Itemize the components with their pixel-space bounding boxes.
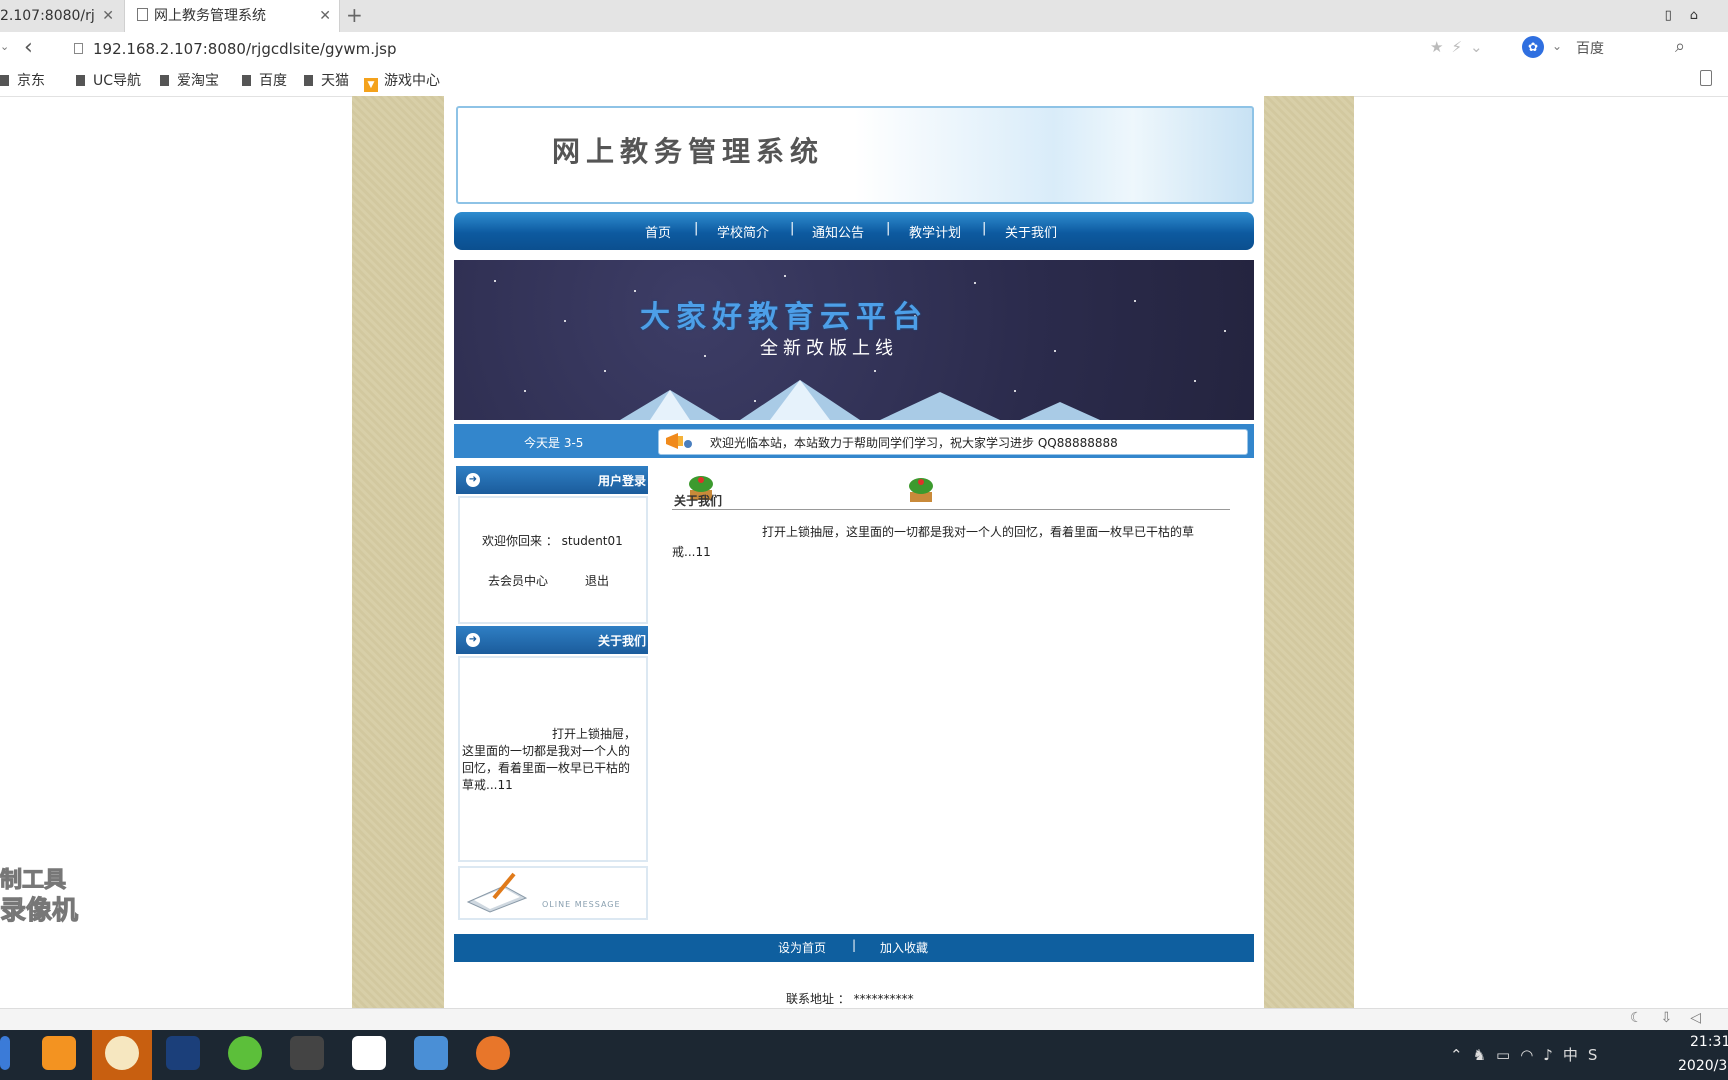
mountain-graphic [540, 380, 1100, 420]
chevron-down-icon[interactable]: ⌄ [0, 40, 9, 53]
site-title: 网上教务管理系统 [552, 135, 825, 168]
system-tray-icons[interactable]: ⌃♞▭◠♪中S [1450, 1044, 1607, 1065]
url-field[interactable]: 192.168.2.107:8080/rjgcdlsite/gywm.jsp [74, 40, 397, 58]
about-panel-title: 关于我们 [597, 634, 646, 648]
bookmark-aitaobao[interactable]: 爱淘宝 [160, 70, 219, 90]
page-border-right [1264, 96, 1354, 1008]
bookmark-label: UC导航 [93, 73, 142, 89]
tools-icon[interactable] [290, 1036, 324, 1070]
search-icon[interactable]: ⌕ [1675, 36, 1685, 57]
back-icon[interactable]: ‹ [24, 36, 33, 60]
nav-separator: | [982, 221, 987, 236]
browser-status-bar [0, 1008, 1728, 1031]
green-app-icon[interactable] [228, 1036, 262, 1070]
page-icon [137, 8, 148, 21]
recorder-icon[interactable] [476, 1036, 510, 1070]
content-title: 关于我们 [674, 494, 723, 508]
logout-link[interactable]: 退出 [585, 572, 609, 589]
content-divider [672, 509, 1230, 510]
bookmark-label: 天猫 [321, 73, 349, 89]
folder-icon [304, 75, 313, 86]
nav-notices[interactable]: 通知公告 [812, 222, 864, 241]
start-icon[interactable] [0, 1036, 10, 1070]
folder-icon [0, 75, 9, 86]
login-panel-header: ➜ 用户登录 [456, 466, 648, 494]
online-message-label: OLINE MESSAGE [542, 900, 621, 909]
notes-app-icon[interactable] [105, 1036, 139, 1070]
game-icon: ▼ [364, 78, 378, 92]
banner-subtitle: 全新改版上线 [760, 338, 898, 359]
bookmark-uc[interactable]: UC导航 [76, 70, 141, 90]
search-input[interactable]: 百度 [1576, 38, 1604, 58]
nav-teaching-plan[interactable]: 教学计划 [909, 222, 961, 241]
tab-active[interactable]: 网上教务管理系统 ✕ [124, 0, 340, 32]
window-controls[interactable]: ▯⌂ [1665, 0, 1716, 32]
tab-label: 2.107:8080/rj [0, 8, 95, 24]
login-panel [458, 496, 648, 624]
chevron-down-icon[interactable]: ⌄ [1552, 39, 1562, 53]
tab-inactive[interactable]: 2.107:8080/rj ✕ [0, 0, 122, 32]
url-text: 192.168.2.107:8080/rjgcdlsite/gywm.jsp [93, 40, 397, 58]
tab-label: 网上教务管理系统 [154, 8, 266, 24]
nav-separator: | [886, 221, 891, 236]
folder-icon [242, 75, 251, 86]
marquee-text: 欢迎光临本站，本站致力于帮助同学们学习，祝大家学习进步 QQ88888888 [710, 436, 1118, 450]
nav-school-intro[interactable]: 学校简介 [717, 222, 769, 241]
folder-icon [160, 75, 169, 86]
today-date: 今天是 3-5 [524, 436, 584, 450]
eclipse-icon[interactable] [166, 1036, 200, 1070]
notebook-icon[interactable] [414, 1036, 448, 1070]
contact-address: 联系地址 ： ********** [786, 992, 914, 1006]
nav-about-us[interactable]: 关于我们 [1005, 222, 1057, 241]
plant-icon [909, 478, 933, 502]
nav-separator: | [694, 221, 699, 236]
baidu-netdisk-icon[interactable] [352, 1036, 386, 1070]
bookmark-baidu[interactable]: 百度 [242, 70, 287, 90]
login-panel-title: 用户登录 [597, 474, 646, 488]
bookmark-label: 游戏中心 [384, 73, 440, 89]
star-icon[interactable]: ★⚡⌄ [1430, 38, 1491, 56]
arrow-right-icon: ➜ [466, 633, 480, 647]
bookmark-tmall[interactable]: 天猫 [304, 70, 349, 90]
device-icon[interactable] [1700, 70, 1712, 86]
new-tab-button[interactable]: + [346, 0, 363, 32]
nav-separator: | [790, 221, 795, 236]
close-icon[interactable]: ✕ [319, 0, 331, 32]
footer-separator: | [852, 938, 857, 952]
page-icon [74, 43, 83, 54]
close-icon[interactable]: ✕ [102, 0, 114, 32]
set-home-link[interactable]: 设为首页 [778, 939, 826, 956]
about-panel-header: ➜ 关于我们 [456, 626, 648, 654]
night-mode-icon[interactable]: ☾⇩◁ [1630, 1010, 1719, 1026]
member-center-link[interactable]: 去会员中心 [488, 572, 548, 589]
about-side-text: 打开上锁抽屉，这里面的一切都是我对一个人的回忆，看着里面一枚早已干枯的草戒...… [462, 727, 637, 792]
watermark-line2: 录像机 [0, 896, 79, 927]
banner-title: 大家好教育云平台 [640, 300, 928, 335]
uc-browser-icon[interactable] [42, 1036, 76, 1070]
clock-time: 21:31 [1690, 1034, 1728, 1050]
arrow-right-icon: ➜ [466, 473, 480, 487]
welcome-text: 欢迎你回来 ： student01 [482, 534, 623, 548]
baidu-paw-icon[interactable]: ✿ [1522, 36, 1544, 58]
add-favorite-link[interactable]: 加入收藏 [880, 939, 928, 956]
bookmark-games[interactable]: ▼ 游戏中心 [364, 70, 440, 92]
content-text: 打开上锁抽屉，这里面的一切都是我对一个人的回忆，看着里面一枚早已干枯的草戒...… [672, 525, 1195, 559]
folder-icon [76, 75, 85, 86]
clock-date: 2020/3 [1678, 1058, 1728, 1074]
bookmark-label: 京东 [17, 73, 45, 89]
bookmark-label: 百度 [259, 73, 287, 89]
bookmark-jd[interactable]: 京东 [0, 70, 45, 90]
message-pen-icon [466, 872, 528, 913]
bookmark-label: 爱淘宝 [177, 73, 219, 89]
page-border-left [352, 96, 444, 1008]
nav-home[interactable]: 首页 [645, 222, 671, 241]
megaphone-icon [666, 433, 692, 449]
